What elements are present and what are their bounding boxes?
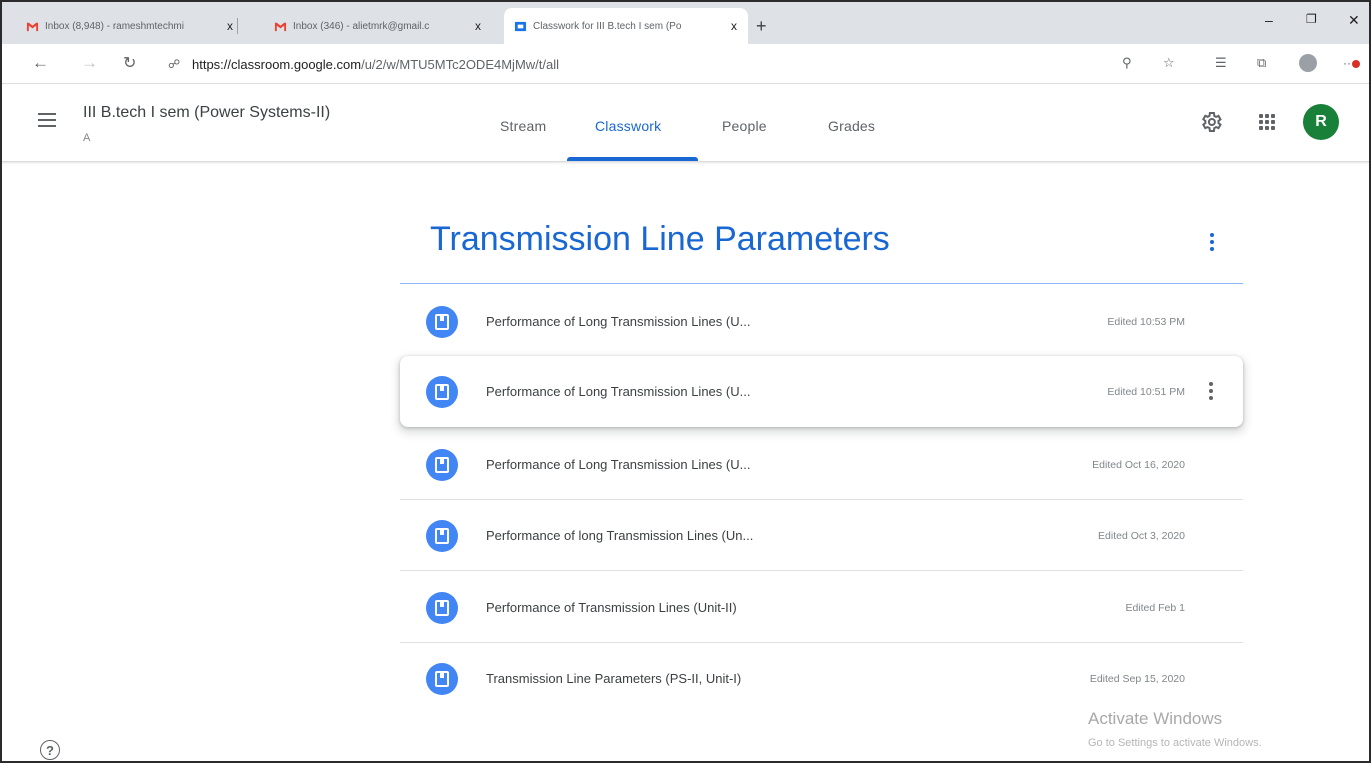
forward-icon[interactable]: → — [81, 53, 98, 73]
tab-title: Inbox (346) - alietmrk@gmail.c — [293, 20, 430, 32]
material-icon — [426, 519, 458, 552]
favorite-icon[interactable]: ☆ — [1163, 55, 1175, 71]
close-icon[interactable]: x — [223, 19, 237, 33]
material-row[interactable]: Performance of Transmission Lines (Unit-… — [400, 572, 1243, 643]
material-edited-date: Edited Sep 15, 2020 — [1089, 672, 1185, 685]
collections-icon[interactable]: ⧉ — [1257, 55, 1266, 71]
gear-icon[interactable] — [1199, 110, 1223, 134]
tab-title: Inbox (8,948) - rameshmtechmi — [45, 20, 184, 32]
screen-frame: Inbox (8,948) - rameshmtechmi x Inbox (3… — [0, 0, 1371, 763]
zoom-icon[interactable]: ⚲ — [1122, 55, 1132, 71]
apps-grid-icon[interactable] — [1259, 114, 1275, 130]
material-title[interactable]: Performance of Transmission Lines (Unit-… — [486, 600, 737, 615]
material-icon — [426, 448, 458, 481]
browser-tab-gmail-2[interactable]: Inbox (346) - alietmrk@gmail.c x — [264, 8, 485, 44]
tab-stream[interactable]: Stream — [500, 118, 546, 134]
material-edited-date: Edited Feb 1 — [1125, 601, 1185, 614]
topic-more-options-icon[interactable] — [1205, 233, 1219, 255]
activate-windows-subtitle: Go to Settings to activate Windows. — [1088, 737, 1262, 749]
browser-tab-classroom[interactable]: Classwork for III B.tech I sem (Po x — [504, 8, 748, 44]
material-title[interactable]: Performance of Long Transmission Lines (… — [486, 384, 750, 399]
browser-tab-strip: Inbox (8,948) - rameshmtechmi x Inbox (3… — [2, 2, 1369, 44]
material-row[interactable]: Performance of long Transmission Lines (… — [400, 500, 1243, 571]
back-icon[interactable]: ← — [32, 53, 49, 73]
material-icon — [426, 591, 458, 624]
tab-grades[interactable]: Grades — [828, 118, 875, 134]
topic-title: Transmission Line Parameters — [430, 220, 890, 258]
row-divider — [400, 570, 1243, 571]
tab-title: Classwork for III B.tech I sem (Po — [533, 20, 682, 32]
url-text: https://classroom.google.com/u/2/w/MTU5M… — [192, 57, 559, 72]
address-bar[interactable]: ☍ https://classroom.google.com/u/2/w/MTU… — [168, 50, 1168, 78]
activate-windows-title: Activate Windows — [1088, 709, 1223, 728]
class-title[interactable]: III B.tech I sem (Power Systems-II) — [83, 104, 330, 122]
reload-icon[interactable]: ↻ — [123, 53, 136, 73]
hamburger-menu-icon[interactable] — [38, 113, 56, 127]
material-row[interactable]: Performance of Long Transmission Lines (… — [400, 429, 1243, 500]
classroom-icon — [514, 21, 527, 31]
material-edited-date: Edited 10:51 PM — [1107, 385, 1185, 398]
gmail-icon — [274, 22, 287, 31]
material-icon — [426, 662, 458, 695]
profile-icon[interactable] — [1299, 54, 1317, 72]
material-edited-date: Edited Oct 16, 2020 — [1092, 458, 1185, 471]
material-row[interactable]: Transmission Line Parameters (PS-II, Uni… — [400, 643, 1243, 714]
extension-icon[interactable]: ·· — [1343, 56, 1360, 70]
restore-icon[interactable]: ❐ — [1306, 12, 1317, 26]
lock-icon: ☍ — [168, 57, 181, 71]
browser-toolbar: ← → ↻ ☍ https://classroom.google.com/u/2… — [2, 44, 1369, 84]
material-icon — [426, 375, 458, 408]
url-host: https://classroom.google.com — [192, 56, 362, 72]
gmail-icon — [26, 22, 39, 31]
browser-tab-gmail-1[interactable]: Inbox (8,948) - rameshmtechmi x — [16, 8, 238, 44]
window-close-icon[interactable]: ✕ — [1348, 12, 1360, 29]
material-edited-date: Edited Oct 3, 2020 — [1098, 529, 1185, 542]
topic-divider — [400, 283, 1243, 284]
material-icon — [426, 305, 458, 338]
favorites-list-icon[interactable]: ☰ — [1215, 55, 1227, 71]
tab-people[interactable]: People — [722, 118, 767, 134]
material-row[interactable]: Performance of Long Transmission Lines (… — [400, 286, 1243, 357]
active-tab-indicator — [567, 157, 698, 161]
close-icon[interactable]: x — [471, 19, 485, 33]
material-title[interactable]: Transmission Line Parameters (PS-II, Uni… — [486, 671, 741, 686]
new-tab-button[interactable]: + — [756, 16, 767, 37]
more-options-icon[interactable] — [1205, 381, 1217, 402]
help-icon[interactable]: ? — [40, 740, 60, 760]
minimize-icon[interactable]: – — [1265, 12, 1273, 28]
material-edited-date: Edited 10:53 PM — [1107, 315, 1185, 328]
material-title[interactable]: Performance of Long Transmission Lines (… — [486, 314, 750, 329]
tab-classwork[interactable]: Classwork — [595, 118, 661, 134]
url-path: /u/2/w/MTU5MTc2ODE4MjMw/t/all — [361, 56, 559, 72]
close-icon[interactable]: x — [727, 19, 741, 33]
avatar[interactable]: R — [1303, 104, 1339, 140]
class-section: A — [83, 132, 91, 144]
material-row[interactable]: Performance of Long Transmission Lines (… — [400, 356, 1243, 427]
classroom-header: III B.tech I sem (Power Systems-II) A St… — [2, 85, 1369, 162]
material-title[interactable]: Performance of long Transmission Lines (… — [486, 528, 753, 543]
material-title[interactable]: Performance of Long Transmission Lines (… — [486, 457, 750, 472]
